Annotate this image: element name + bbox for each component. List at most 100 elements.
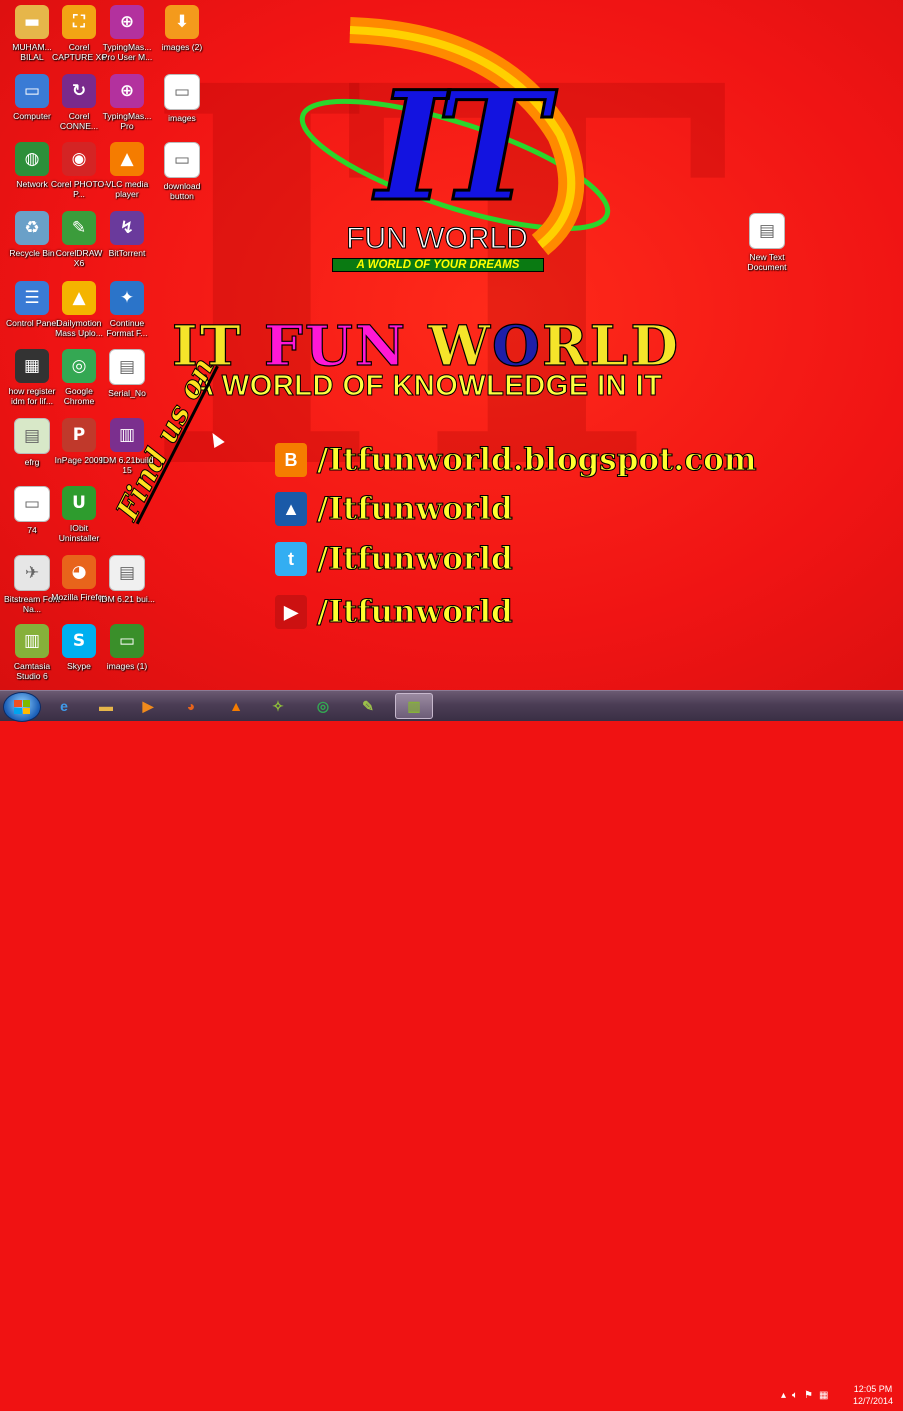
desktop-icon-label: IObit Uninstaller — [58, 523, 100, 543]
recycle-bin-icon: ♻ — [15, 211, 49, 245]
taskbar-button[interactable]: ▬ — [88, 694, 124, 718]
camtasia-icon: ▥ — [15, 624, 49, 658]
volume-icon[interactable]: 🔈︎ — [792, 1390, 798, 1401]
blogger-icon: B — [275, 443, 307, 477]
title-word-fun: FUN — [263, 312, 429, 378]
taskbar-button[interactable]: ▲ — [218, 694, 254, 718]
typingmaster-icon: ⊕ — [110, 5, 144, 39]
social-link-text: /Itfunworld — [316, 593, 513, 630]
desktop-icon[interactable]: ▥ IDM 6.21build 15 — [98, 418, 156, 475]
desktop-icon[interactable]: ▭ download button — [153, 142, 211, 201]
bitstream-icon: ✈ — [14, 555, 50, 591]
desktop-icon[interactable]: U IObit Uninstaller — [50, 486, 108, 543]
file-explorer-icon: ▬ — [99, 698, 113, 714]
video-file-icon: ▦ — [15, 349, 49, 383]
dailymotion-icon: ▲ — [275, 492, 307, 526]
chrome-icon: ◎ — [62, 349, 96, 383]
clock-date: 12/7/2014 — [852, 1396, 893, 1406]
corel-photopaint-icon: ◉ — [62, 142, 96, 176]
internet-explorer-icon: e — [60, 698, 68, 714]
desktop-icon-label: images (2) — [161, 42, 203, 52]
desktop-icon-label: BitTorrent — [108, 248, 146, 258]
control-panel-icon: ☰ — [15, 281, 49, 315]
image-file-icon: ⬇ — [165, 5, 199, 39]
taskbar-clock[interactable]: 12:05 PM 12/7/2014 — [853, 1383, 893, 1407]
dailymotion-icon: ▲ — [62, 281, 96, 315]
computer-icon: ▭ — [15, 74, 49, 108]
image-file-icon: ▭ — [164, 74, 200, 110]
document-icon: ▤ — [109, 555, 145, 591]
windows-logo-icon — [14, 700, 30, 714]
desktop[interactable]: IT IT FUN WORLD A WORLD OF YOUR DREAMS I… — [0, 0, 903, 690]
clock-time: 12:05 PM — [853, 1384, 893, 1394]
iobit-icon: U — [62, 486, 96, 520]
firefox-icon: ◕ — [186, 698, 196, 714]
start-button[interactable] — [3, 692, 41, 722]
vlc-icon: ▲ — [229, 698, 243, 714]
title-word-world: WORLD — [428, 312, 681, 378]
taskbar-button[interactable]: ◎ — [305, 694, 341, 718]
taskbar-button[interactable]: ✎ — [350, 694, 386, 718]
taskbar-button[interactable]: ▶ — [130, 694, 166, 718]
winrar-icon: ▥ — [110, 418, 144, 452]
network-icon: ◍ — [15, 142, 49, 176]
typingmaster-icon: ⊕ — [110, 74, 144, 108]
social-link: ▲ /Itfunworld — [275, 487, 513, 531]
twitter-icon: t — [275, 542, 307, 576]
document-icon: ▤ — [14, 418, 50, 454]
corel-capture-icon: ⛶ — [62, 5, 96, 39]
wallpaper-subtitle: A WORLD OF KNOWLEDGE IN IT — [193, 370, 663, 403]
desktop-icon-label: Serial_No — [108, 388, 146, 398]
desktop-icon[interactable]: ▲ VLC media player — [98, 142, 156, 199]
chrome-icon: ◎ — [316, 697, 330, 714]
taskbar: e ▬ ▶ ◕ ▲ ✧ ◎ ✎ ▥ ▴ 🔈︎ ⚑ ▦ 12:05 PM 12/7/2014 — [0, 690, 903, 1406]
desktop-icon-label: TypingMas... Pro User M... — [101, 42, 153, 62]
wallpaper-title: IT FUN WORLD — [171, 312, 812, 378]
format-factory-icon: ✦ — [110, 281, 144, 315]
title-letters-rld: RLD — [541, 312, 681, 378]
social-link: ▶ /Itfunworld — [275, 590, 513, 634]
desktop-icon[interactable]: ▤ Serial_No — [98, 349, 156, 398]
desktop-icon-label: VLC media player — [105, 179, 149, 199]
folder-icon: ▬ — [15, 5, 49, 39]
social-link-text: /Itfunworld — [316, 540, 513, 577]
corel-connect-icon: ↻ — [62, 74, 96, 108]
taskbar-button[interactable]: e — [46, 694, 82, 718]
desktop-icon[interactable]: ✦ Continue Format F... — [98, 281, 156, 338]
desktop-icon[interactable]: ▤ IDM 6.21 bui... — [98, 555, 156, 604]
desktop-icon-label: download button — [163, 181, 201, 201]
desktop-icon[interactable]: ↯ BitTorrent — [98, 211, 156, 258]
desktop-icon-label: TypingMas... Pro — [102, 111, 152, 131]
corel-icon: ✎ — [362, 697, 374, 714]
taskbar-button[interactable]: ✧ — [260, 694, 296, 718]
logo-letters: IT — [375, 59, 550, 235]
logo-tagline: A WORLD OF YOUR DREAMS — [332, 258, 544, 272]
logo-name: FUN WORLD — [346, 222, 529, 256]
image-file-icon: ▭ — [164, 142, 200, 178]
title-letter-o: O — [491, 312, 542, 378]
desktop-icon-label: images — [168, 113, 196, 123]
taskbar-button[interactable]: ▥ — [395, 693, 433, 719]
camtasia-icon: ▥ — [407, 697, 421, 714]
desktop-icon[interactable]: ▭ images — [153, 74, 211, 123]
social-link: t/Itfunworld — [275, 537, 513, 581]
system-tray: ▴ 🔈︎ ⚑ ▦ 12:05 PM 12/7/2014 — [773, 1381, 903, 1411]
text-file-icon: ▤ — [749, 213, 785, 249]
desktop-icon[interactable]: ⊕ TypingMas... Pro User M... — [98, 5, 156, 62]
network-icon[interactable]: ▦ — [819, 1390, 828, 1401]
desktop-icon-label: New Text Document — [747, 252, 787, 272]
chevron-up-icon[interactable]: ▴ — [781, 1390, 786, 1401]
desktop-icon-label: IDM 6.21 bui... — [99, 594, 155, 604]
taskbar-button[interactable]: ◕ — [173, 694, 209, 718]
coreldraw-icon: ✎ — [62, 211, 96, 245]
image-file-icon: ▭ — [110, 624, 144, 658]
tray-icons: ▴ 🔈︎ ⚑ ▦ — [781, 1390, 828, 1401]
bittorrent-icon: ↯ — [110, 211, 144, 245]
text-file-icon: ▤ — [109, 349, 145, 385]
desktop-icon[interactable]: ⊕ TypingMas... Pro — [98, 74, 156, 131]
desktop-icon[interactable]: ⬇ images (2) — [153, 5, 211, 52]
flag-icon[interactable]: ⚑ — [804, 1390, 813, 1401]
desktop-icon[interactable]: ▤ New Text Document — [738, 213, 796, 272]
desktop-icon[interactable]: ▭ images (1) — [98, 624, 156, 671]
youtube-icon: ▶ — [275, 595, 307, 629]
